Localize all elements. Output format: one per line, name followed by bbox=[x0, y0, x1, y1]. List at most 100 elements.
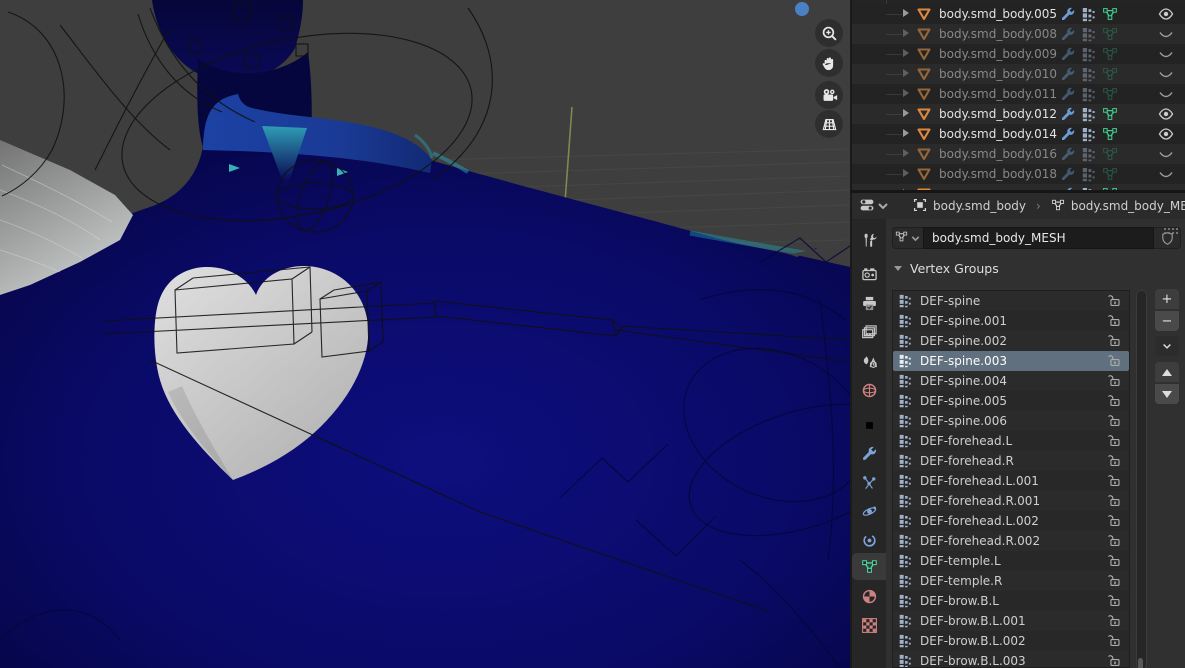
lock-open-icon[interactable] bbox=[1107, 413, 1123, 429]
vertex-group-icon[interactable] bbox=[1081, 126, 1097, 142]
tab-world[interactable] bbox=[854, 377, 884, 404]
scrollbar-thumb[interactable] bbox=[1138, 658, 1143, 668]
tab-texture[interactable] bbox=[854, 612, 884, 639]
vertex-groups-panel-header[interactable]: Vertex Groups bbox=[886, 257, 1185, 279]
outliner-row[interactable]: body.smd_body.016 bbox=[852, 144, 1185, 164]
vertex-group-icon[interactable] bbox=[1081, 46, 1097, 62]
lock-open-icon[interactable] bbox=[1107, 313, 1123, 329]
tab-tool[interactable] bbox=[854, 227, 884, 254]
vertex-group-icon[interactable] bbox=[1081, 146, 1097, 162]
move-group-down-button[interactable] bbox=[1155, 384, 1179, 404]
modifier-wrench-icon[interactable] bbox=[1060, 166, 1076, 182]
vertex-group-row[interactable]: DEF-forehead.R.001 bbox=[893, 491, 1129, 511]
vertex-group-icon[interactable] bbox=[1081, 166, 1097, 182]
outliner-row[interactable]: body.smd_body.018 bbox=[852, 164, 1185, 184]
vertex-group-row[interactable]: DEF-spine.002 bbox=[893, 331, 1129, 351]
expand-arrow-icon[interactable] bbox=[903, 129, 909, 137]
vertex-group-row[interactable]: DEF-forehead.R.002 bbox=[893, 531, 1129, 551]
modifier-wrench-icon[interactable] bbox=[1060, 26, 1076, 42]
vertex-group-row[interactable]: DEF-spine.003 bbox=[893, 351, 1129, 371]
vertex-group-icon[interactable] bbox=[1081, 106, 1097, 122]
modifier-wrench-icon[interactable] bbox=[1060, 66, 1076, 82]
mesh-data-icon[interactable] bbox=[1102, 26, 1118, 42]
tab-object[interactable] bbox=[854, 412, 884, 439]
mesh-data-icon[interactable] bbox=[1102, 126, 1118, 142]
mesh-data-icon[interactable] bbox=[1102, 146, 1118, 162]
add-vertex-group-button[interactable]: + bbox=[1155, 289, 1179, 309]
vertex-group-row[interactable]: DEF-brow.B.L.001 bbox=[893, 611, 1129, 631]
editor-type-button[interactable] bbox=[857, 196, 893, 217]
vertex-group-row[interactable]: DEF-spine bbox=[893, 291, 1129, 311]
camera-view-gizmo[interactable] bbox=[815, 81, 843, 109]
tab-material[interactable] bbox=[854, 583, 884, 610]
expand-arrow-icon[interactable] bbox=[903, 9, 909, 17]
outliner-row[interactable]: body.smd_body.011 bbox=[852, 84, 1185, 104]
eye-icon[interactable] bbox=[1158, 6, 1175, 22]
vertex-group-row[interactable]: DEF-spine.005 bbox=[893, 391, 1129, 411]
tab-output[interactable] bbox=[854, 290, 884, 317]
tab-modifiers[interactable] bbox=[854, 440, 884, 467]
lock-open-icon[interactable] bbox=[1107, 373, 1123, 389]
mesh-data-icon[interactable] bbox=[1102, 166, 1118, 182]
navigation-axis-dot[interactable] bbox=[795, 2, 809, 16]
outliner-row[interactable]: body.smd_body.009 bbox=[852, 44, 1185, 64]
mesh-data-icon[interactable] bbox=[1102, 106, 1118, 122]
tab-object-data[interactable] bbox=[852, 553, 886, 580]
lock-open-icon[interactable] bbox=[1107, 433, 1123, 449]
eye-closed-icon[interactable] bbox=[1158, 86, 1175, 102]
mesh-data-icon[interactable] bbox=[1102, 46, 1118, 62]
modifier-wrench-icon[interactable] bbox=[1060, 106, 1076, 122]
vertex-group-icon[interactable] bbox=[1081, 66, 1097, 82]
lock-open-icon[interactable] bbox=[1107, 553, 1123, 569]
vertex-group-row[interactable]: DEF-spine.004 bbox=[893, 371, 1129, 391]
lock-open-icon[interactable] bbox=[1107, 633, 1123, 649]
outliner[interactable]: body.smd_body.005 body.smd_body.008 body bbox=[852, 0, 1185, 190]
datablock-name-field[interactable]: body.smd_body_MESH bbox=[923, 227, 1154, 249]
mesh-data-icon[interactable] bbox=[1102, 66, 1118, 82]
eye-icon[interactable] bbox=[1158, 106, 1175, 122]
expand-arrow-icon[interactable] bbox=[903, 169, 909, 177]
vertex-groups-list[interactable]: DEF-spine DEF-spine.001 DEF-spine.002 DE… bbox=[892, 290, 1130, 668]
vertex-group-specials-button[interactable] bbox=[1155, 336, 1179, 356]
lock-open-icon[interactable] bbox=[1107, 533, 1123, 549]
vertex-group-row[interactable]: DEF-brow.B.L.002 bbox=[893, 631, 1129, 651]
eye-closed-icon[interactable] bbox=[1158, 166, 1175, 182]
outliner-row[interactable]: body.smd_body.014 bbox=[852, 124, 1185, 144]
expand-arrow-icon[interactable] bbox=[903, 89, 909, 97]
lock-open-icon[interactable] bbox=[1107, 333, 1123, 349]
outliner-row[interactable]: body.smd_body.012 bbox=[852, 104, 1185, 124]
vertex-group-icon[interactable] bbox=[1081, 26, 1097, 42]
expand-arrow-icon[interactable] bbox=[903, 149, 909, 157]
tab-render[interactable] bbox=[854, 261, 884, 288]
eye-closed-icon[interactable] bbox=[1158, 46, 1175, 62]
tab-view-layer[interactable] bbox=[854, 319, 884, 346]
mesh-data-icon[interactable] bbox=[1102, 86, 1118, 102]
panel-drag-handle-icon[interactable] bbox=[1163, 227, 1179, 235]
modifier-wrench-icon[interactable] bbox=[1060, 46, 1076, 62]
perspective-gizmo[interactable] bbox=[815, 110, 843, 138]
expand-arrow-icon[interactable] bbox=[903, 29, 909, 37]
outliner-row[interactable]: body.smd_body.010 bbox=[852, 64, 1185, 84]
outliner-row[interactable]: body.smd_body.005 bbox=[852, 4, 1185, 24]
lock-open-icon[interactable] bbox=[1107, 293, 1123, 309]
vertex-group-row[interactable]: DEF-temple.R bbox=[893, 571, 1129, 591]
lock-open-icon[interactable] bbox=[1107, 393, 1123, 409]
vertex-group-row[interactable]: DEF-temple.L bbox=[893, 551, 1129, 571]
datablock-menu-button[interactable] bbox=[892, 227, 923, 249]
zoom-gizmo[interactable] bbox=[815, 19, 843, 47]
vertex-group-row[interactable]: DEF-spine.006 bbox=[893, 411, 1129, 431]
vertex-group-row[interactable]: DEF-forehead.L.001 bbox=[893, 471, 1129, 491]
lock-open-icon[interactable] bbox=[1107, 593, 1123, 609]
outliner-row[interactable]: body.smd_body.008 bbox=[852, 24, 1185, 44]
tab-particles[interactable] bbox=[854, 469, 884, 496]
lock-open-icon[interactable] bbox=[1107, 573, 1123, 589]
list-scrollbar[interactable] bbox=[1136, 290, 1147, 668]
eye-closed-icon[interactable] bbox=[1158, 66, 1175, 82]
vertex-group-row[interactable]: DEF-brow.B.L.003 bbox=[893, 651, 1129, 667]
breadcrumb-object[interactable]: body.smd_body bbox=[933, 199, 1026, 213]
lock-open-icon[interactable] bbox=[1107, 653, 1123, 667]
tab-scene[interactable] bbox=[854, 348, 884, 375]
modifier-wrench-icon[interactable] bbox=[1060, 146, 1076, 162]
vertex-group-row[interactable]: DEF-forehead.L bbox=[893, 431, 1129, 451]
3d-viewport[interactable] bbox=[0, 0, 850, 668]
